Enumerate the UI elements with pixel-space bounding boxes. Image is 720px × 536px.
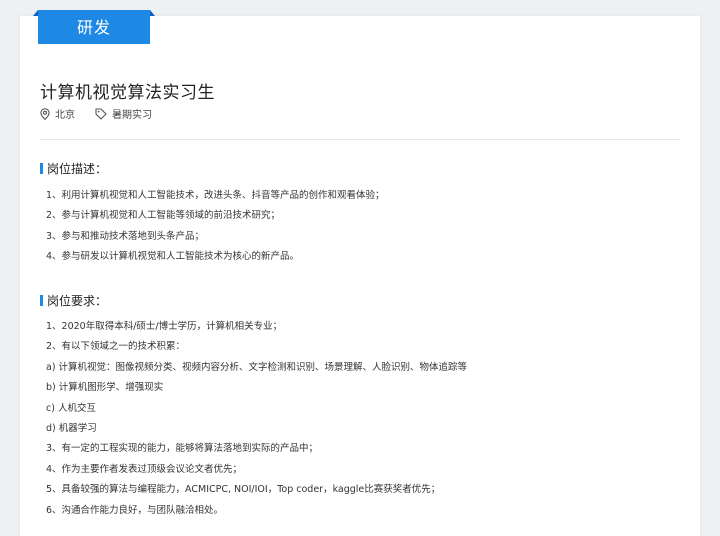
heading-accent-bar bbox=[40, 163, 43, 174]
header-divider bbox=[40, 139, 680, 140]
job-type: 暑期实习 bbox=[95, 106, 152, 121]
list-item: 2、参与计算机视觉和人工智能等领域的前沿技术研究； bbox=[46, 210, 281, 222]
description-heading: 岗位描述： bbox=[40, 160, 107, 177]
requirements-heading: 岗位要求： bbox=[40, 292, 107, 309]
department-tag-wrapper: 研发 bbox=[33, 10, 155, 44]
list-item: 2、有以下领域之一的技术积累： bbox=[46, 341, 186, 353]
description-list: 1、利用计算机视觉和人工智能技术，改进头条、抖音等产品的创作和观看体验； 2、参… bbox=[46, 186, 385, 268]
tag-fold-right bbox=[150, 10, 155, 16]
list-item: 6、沟通合作能力良好，与团队融洽相处。 bbox=[46, 504, 224, 516]
list-item: 3、有一定的工程实现的能力，能够将算法落地到实际的产品中； bbox=[46, 443, 319, 455]
list-item: 1、利用计算机视觉和人工智能技术，改进头条、抖音等产品的创作和观看体验； bbox=[46, 190, 385, 201]
list-item: b) 计算机图形学、增强现实 bbox=[46, 382, 164, 394]
job-location: 北京 bbox=[40, 106, 75, 121]
list-item: d) 机器学习 bbox=[46, 422, 97, 434]
list-item: 5、具备较强的算法与编程能力，ACMICPC, NOI/IOI，Top code… bbox=[46, 484, 441, 496]
job-title: 计算机视觉算法实习生 bbox=[40, 83, 215, 103]
heading-accent-bar bbox=[40, 295, 43, 306]
requirements-list: 1、2020年取得本科/硕士/博士学历，计算机相关专业； 2、有以下领域之一的技… bbox=[46, 317, 467, 521]
list-item: 3、参与和推动技术落地到头条产品； bbox=[46, 230, 205, 242]
department-tag: 研发 bbox=[38, 10, 150, 44]
job-location-label: 北京 bbox=[55, 110, 75, 121]
description-heading-label: 岗位描述： bbox=[47, 162, 108, 176]
job-type-label: 暑期实习 bbox=[112, 110, 152, 121]
list-item: 1、2020年取得本科/硕士/博士学历，计算机相关专业； bbox=[46, 321, 283, 332]
requirements-heading-label: 岗位要求： bbox=[47, 294, 108, 308]
list-item: a) 计算机视觉：图像视频分类、视频内容分析、文字检测和识别、场景理解、人脸识别… bbox=[46, 361, 468, 373]
location-pin-icon bbox=[40, 107, 50, 120]
job-meta: 北京 暑期实习 bbox=[40, 106, 172, 121]
tag-icon bbox=[95, 107, 107, 120]
list-item: 4、参与研发以计算机视觉和人工智能技术为核心的新产品。 bbox=[46, 251, 300, 263]
list-item: c) 人机交互 bbox=[46, 402, 96, 414]
list-item: 4、作为主要作者发表过顶级会议论文者优先； bbox=[46, 463, 243, 475]
